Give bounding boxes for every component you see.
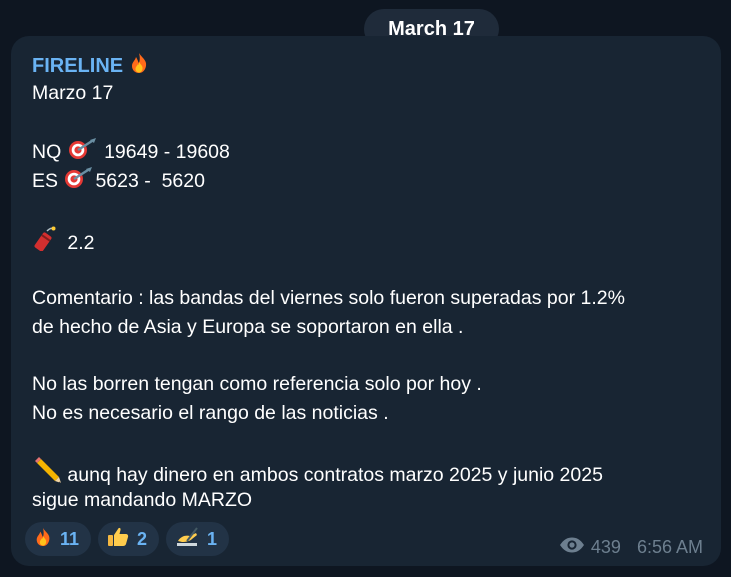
reaction-fire-count: 11 xyxy=(60,528,80,549)
message-time: 6:56 AM xyxy=(636,537,703,557)
target-icon xyxy=(67,138,99,163)
message-meta: 439 6:56 AM xyxy=(559,537,703,558)
reaction-writing-hand[interactable]: 1 xyxy=(166,522,230,556)
es-value: 5623 - 5620 xyxy=(95,170,205,192)
reaction-thumbs-up-count: 2 xyxy=(137,528,148,549)
message-line-comment-2: de hecho de Asia y Europa se soportaron … xyxy=(32,316,464,338)
message-line-note-1: No las borren tengan como referencia sol… xyxy=(32,373,482,395)
fire-icon xyxy=(34,527,52,552)
message-line-last: sigue mandando MARZO xyxy=(32,489,253,511)
firecracker-value: 2.2 xyxy=(62,232,95,254)
reaction-writing-hand-count: 1 xyxy=(207,528,218,549)
nq-label: NQ xyxy=(32,141,67,163)
message-line-es: ES 5623 - 5620 xyxy=(32,167,205,196)
es-label: ES xyxy=(32,170,64,192)
target-icon xyxy=(63,167,95,192)
message-line-date: Marzo 17 xyxy=(32,82,114,104)
sender-name[interactable]: FIRELINE xyxy=(32,52,149,80)
pencil-value: aunq hay dinero en ambos contratos marzo… xyxy=(62,464,603,486)
message-line-note-2: No es necesario el rango de las noticias… xyxy=(32,402,389,424)
view-count: 439 xyxy=(590,537,621,557)
reaction-fire[interactable]: 11 xyxy=(25,522,92,556)
pencil-icon xyxy=(32,457,62,486)
message-line-firecracker: 2.2 xyxy=(32,225,95,258)
writing-hand-icon xyxy=(175,526,199,552)
reaction-thumbs-up[interactable]: 2 xyxy=(98,522,160,556)
sender-label: FIRELINE xyxy=(32,54,124,77)
eye-icon xyxy=(559,537,585,558)
message-line-nq: NQ 19649 - 19608 xyxy=(32,138,230,167)
message-line-comment-1: Comentario : las bandas del viernes solo… xyxy=(32,287,625,309)
nq-value: 19649 - 19608 xyxy=(98,141,230,163)
thumbs-up-icon xyxy=(107,527,129,552)
fire-icon xyxy=(129,52,149,80)
firecracker-icon xyxy=(32,225,62,254)
reactions-bar: 11 2 1 xyxy=(25,522,230,556)
